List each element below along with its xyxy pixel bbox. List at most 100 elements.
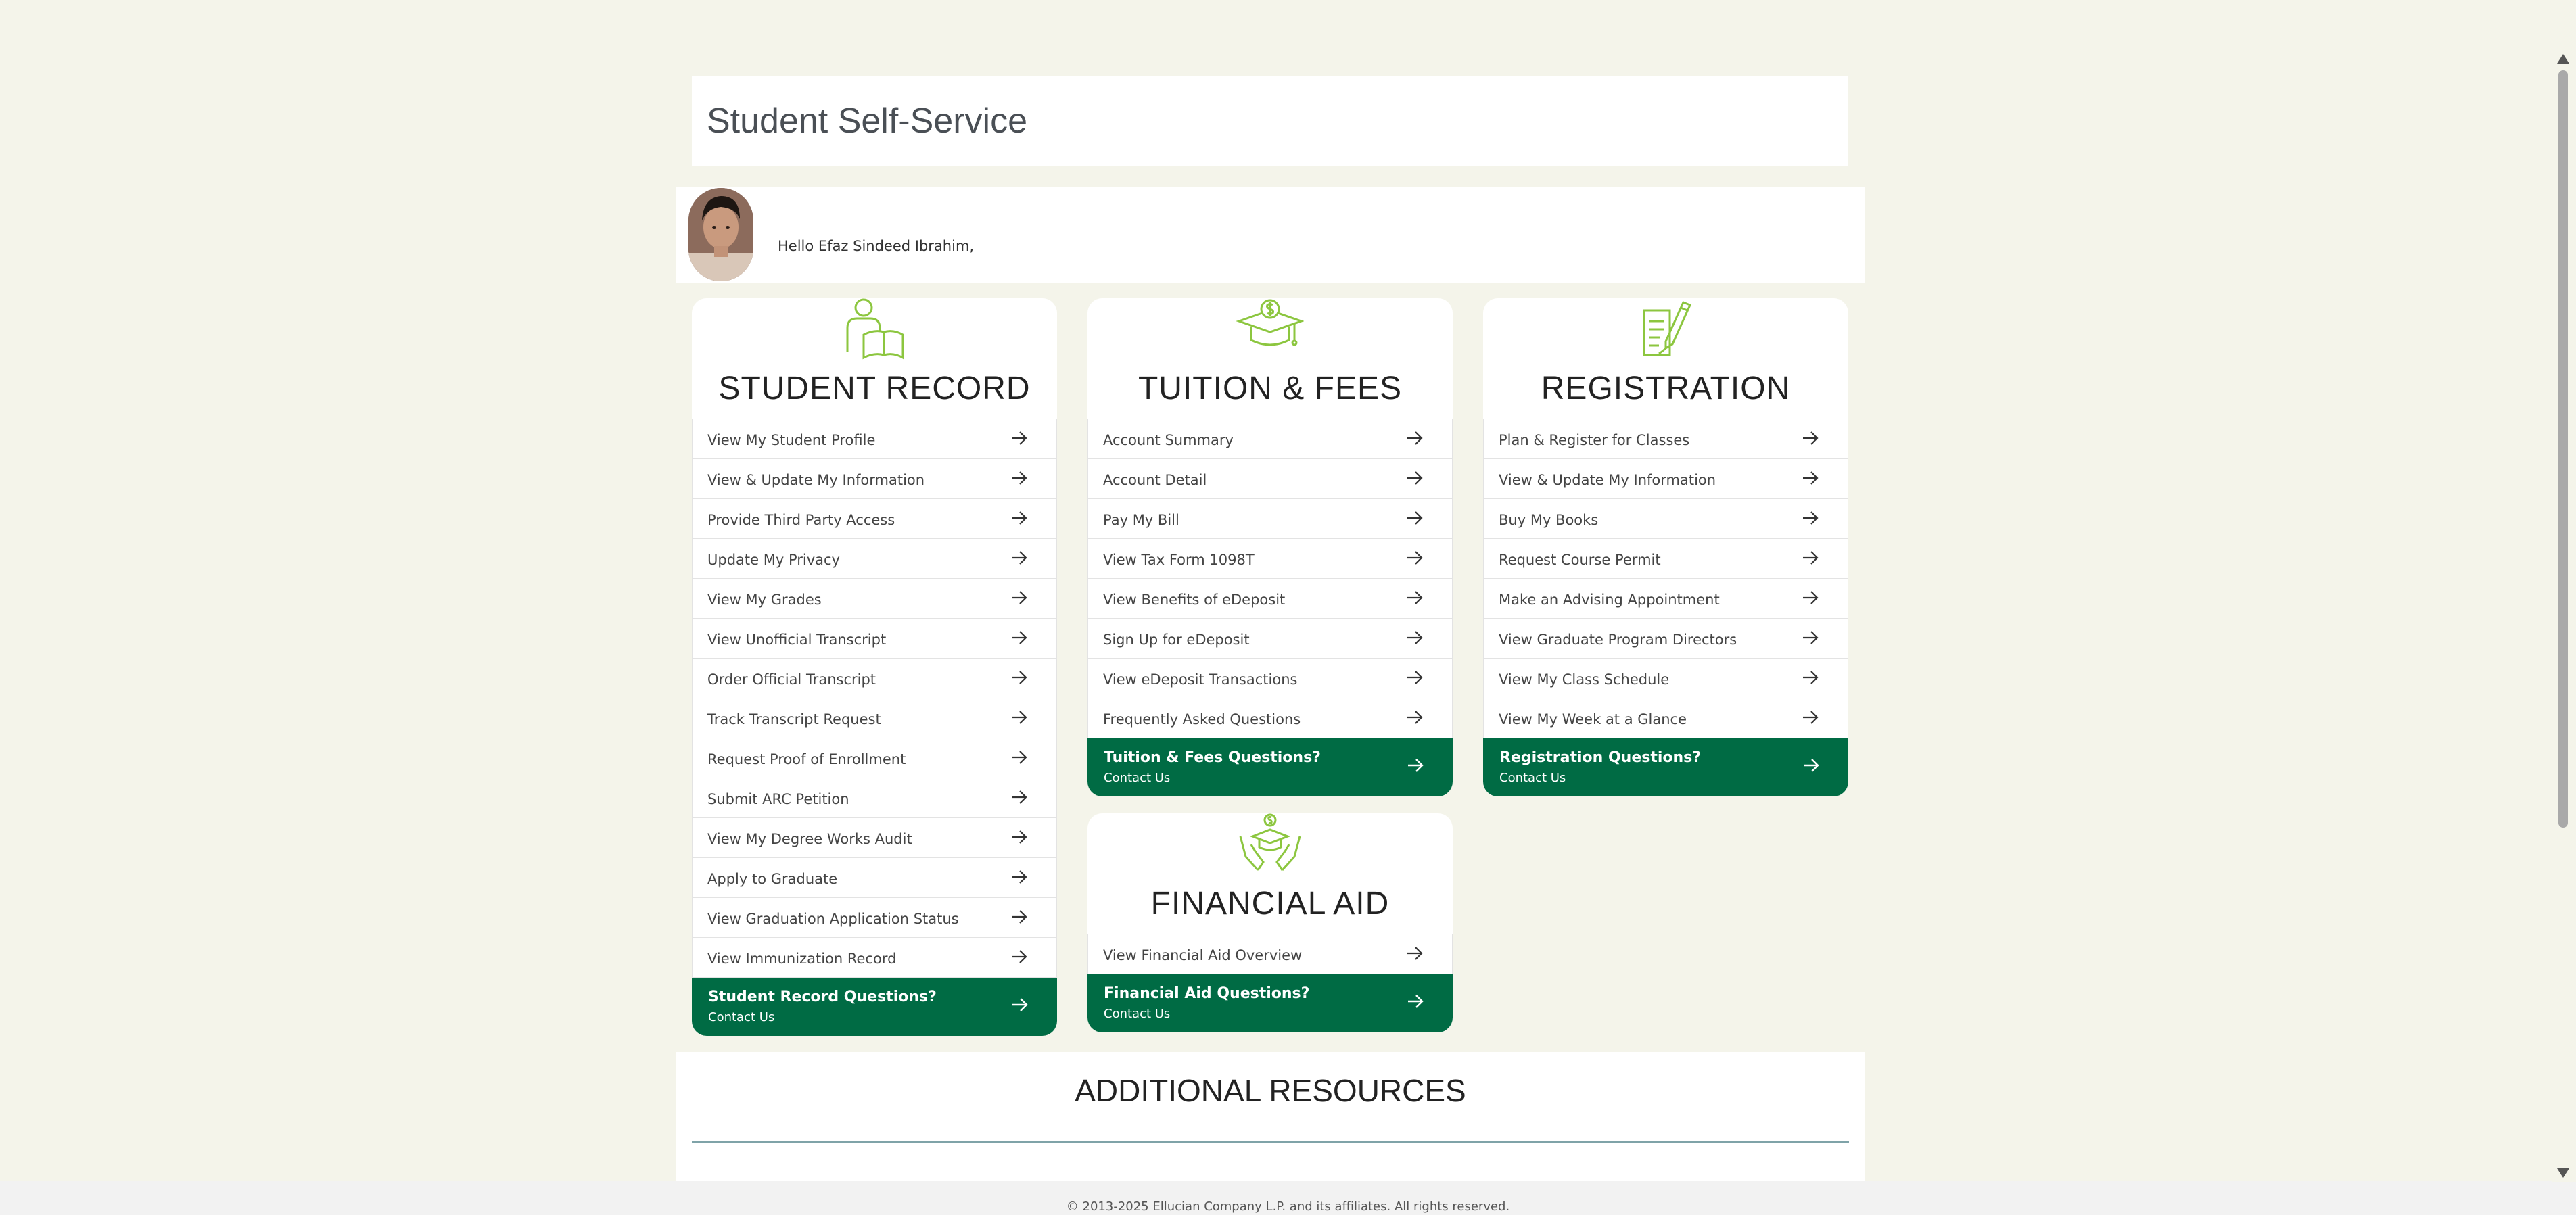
arrow-right-icon — [1407, 671, 1423, 684]
arrow-right-icon — [1407, 947, 1423, 960]
list-item[interactable]: View Tax Form 1098T — [1087, 539, 1453, 579]
list-item[interactable]: Provide Third Party Access — [692, 499, 1057, 539]
list-item[interactable]: View & Update My Information — [692, 459, 1057, 499]
contact-subtitle: Contact Us — [1104, 771, 1171, 785]
card-header: REGISTRATION — [1483, 298, 1848, 419]
list-item[interactable]: View Graduate Program Directors — [1483, 619, 1848, 659]
hands-holding-cap-icon — [1239, 813, 1301, 872]
arrow-right-icon — [1012, 591, 1027, 604]
item-label: View My Class Schedule — [1499, 671, 1670, 688]
arrow-right-icon — [1012, 511, 1027, 525]
copyright-text: © 2013-2025 Ellucian Company L.P. and it… — [1066, 1199, 1510, 1214]
item-label: View Tax Form 1098T — [1103, 552, 1255, 568]
student-record-contact-button[interactable]: Student Record Questions? Contact Us — [692, 978, 1057, 1036]
arrow-right-icon — [1012, 751, 1027, 764]
item-label: Plan & Register for Classes — [1499, 432, 1690, 448]
item-label: Pay My Bill — [1103, 512, 1179, 528]
item-label: Buy My Books — [1499, 512, 1599, 528]
item-label: View My Grades — [707, 592, 822, 608]
list-item[interactable]: Sign Up for eDeposit — [1087, 619, 1453, 659]
avatar — [688, 188, 753, 281]
arrow-right-icon — [1012, 950, 1027, 963]
vertical-scrollbar[interactable] — [2552, 0, 2576, 1182]
scroll-down-icon[interactable] — [2557, 1168, 2569, 1178]
contact-subtitle: Contact Us — [1104, 1007, 1171, 1021]
arrow-right-icon — [1407, 631, 1423, 644]
list-item[interactable]: View Unofficial Transcript — [692, 619, 1057, 659]
tuition-fees-list: Account Summary Account Detail Pay My Bi… — [1087, 419, 1453, 738]
arrow-right-icon — [1012, 711, 1027, 724]
list-item[interactable]: Buy My Books — [1483, 499, 1848, 539]
financial-aid-list: View Financial Aid Overview — [1087, 934, 1453, 974]
card-title: STUDENT RECORD — [718, 371, 1031, 406]
list-item[interactable]: Update My Privacy — [692, 539, 1057, 579]
item-label: Apply to Graduate — [707, 871, 838, 887]
list-item[interactable]: Make an Advising Appointment — [1483, 579, 1848, 619]
list-item[interactable]: Plan & Register for Classes — [1483, 419, 1848, 459]
registration-contact-button[interactable]: Registration Questions? Contact Us — [1483, 738, 1848, 796]
item-label: Request Proof of Enrollment — [707, 751, 906, 767]
list-item[interactable]: View My Week at a Glance — [1483, 698, 1848, 738]
arrow-right-icon — [1012, 998, 1028, 1011]
list-item[interactable]: Submit ARC Petition — [692, 778, 1057, 818]
arrow-right-icon — [1012, 910, 1027, 924]
scroll-up-icon[interactable] — [2557, 54, 2569, 64]
tuition-fees-card: TUITION & FEES Account Summary Account D… — [1087, 298, 1453, 796]
list-item[interactable]: Frequently Asked Questions — [1087, 698, 1453, 738]
item-label: Request Course Permit — [1499, 552, 1661, 568]
list-item[interactable]: View Benefits of eDeposit — [1087, 579, 1453, 619]
contact-subtitle: Contact Us — [1499, 771, 1566, 785]
list-item[interactable]: View Financial Aid Overview — [1087, 934, 1453, 974]
financial-aid-contact-button[interactable]: Financial Aid Questions? Contact Us — [1087, 974, 1453, 1032]
item-label: View My Week at a Glance — [1499, 711, 1687, 728]
list-item[interactable]: Request Course Permit — [1483, 539, 1848, 579]
student-record-list: View My Student Profile View & Update My… — [692, 419, 1057, 978]
item-label: Sign Up for eDeposit — [1103, 632, 1250, 648]
arrow-right-icon — [1012, 471, 1027, 485]
list-item[interactable]: View eDeposit Transactions — [1087, 659, 1453, 698]
list-item[interactable]: Account Summary — [1087, 419, 1453, 459]
arrow-right-icon — [1012, 790, 1027, 804]
card-title: TUITION & FEES — [1138, 371, 1403, 406]
arrow-right-icon — [1407, 711, 1423, 724]
item-label: Track Transcript Request — [707, 711, 881, 728]
list-item[interactable]: Pay My Bill — [1087, 499, 1453, 539]
list-item[interactable]: Apply to Graduate — [692, 858, 1057, 898]
arrow-right-icon — [1012, 671, 1027, 684]
list-item[interactable]: View Immunization Record — [692, 938, 1057, 978]
list-item[interactable]: View My Grades — [692, 579, 1057, 619]
graduation-cap-dollar-icon — [1236, 299, 1304, 346]
arrow-right-icon — [1408, 995, 1424, 1008]
card-header: STUDENT RECORD — [692, 298, 1057, 419]
list-item[interactable]: Track Transcript Request — [692, 698, 1057, 738]
document-pencil-icon — [1643, 301, 1692, 356]
arrow-right-icon — [1012, 631, 1027, 644]
list-item[interactable]: View My Degree Works Audit — [692, 818, 1057, 858]
arrow-right-icon — [1012, 551, 1027, 565]
contact-subtitle: Contact Us — [708, 1010, 775, 1024]
arrow-right-icon — [1012, 830, 1027, 844]
card-title: REGISTRATION — [1541, 371, 1791, 406]
list-item[interactable]: Request Proof of Enrollment — [692, 738, 1057, 778]
list-item[interactable]: Account Detail — [1087, 459, 1453, 499]
list-item[interactable]: Order Official Transcript — [692, 659, 1057, 698]
greeting-text: Hello Efaz Sindeed Ibrahim, — [778, 238, 975, 254]
tuition-fees-contact-button[interactable]: Tuition & Fees Questions? Contact Us — [1087, 738, 1453, 796]
page: Student Self-Service Hello Efaz Sindeed … — [0, 0, 2576, 1215]
arrow-right-icon — [1407, 431, 1423, 445]
page-title: Student Self-Service — [707, 101, 1028, 141]
page-header: Student Self-Service — [692, 76, 1848, 166]
arrow-right-icon — [1803, 511, 1819, 525]
item-label: View My Degree Works Audit — [707, 831, 912, 847]
divider — [692, 1141, 1849, 1143]
list-item[interactable]: View My Student Profile — [692, 419, 1057, 459]
item-label: Provide Third Party Access — [707, 512, 895, 528]
arrow-right-icon — [1803, 551, 1819, 565]
contact-title: Tuition & Fees Questions? — [1104, 749, 1321, 766]
arrow-right-icon — [1407, 551, 1423, 565]
list-item[interactable]: View Graduation Application Status — [692, 898, 1057, 938]
scroll-thumb[interactable] — [2558, 70, 2568, 828]
list-item[interactable]: View My Class Schedule — [1483, 659, 1848, 698]
item-label: View Graduate Program Directors — [1499, 632, 1737, 648]
list-item[interactable]: View & Update My Information — [1483, 459, 1848, 499]
